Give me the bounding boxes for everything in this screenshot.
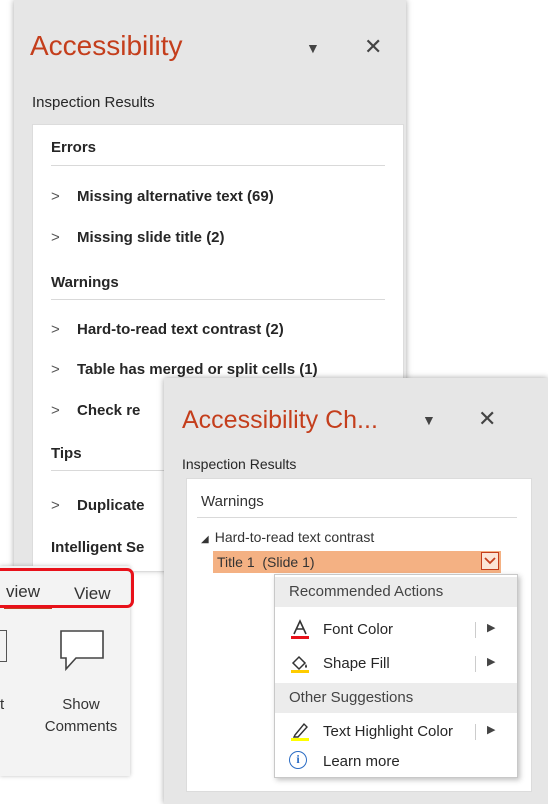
inspection-results-label: Inspection Results [32,94,155,111]
divider [197,517,517,518]
group-tips: Tips [51,445,82,462]
recommended-actions-menu: Recommended Actions Font Color ▶ Shape F… [274,574,518,778]
tree-item-contrast[interactable]: ◢ Hard-to-read text contrast [201,529,374,545]
list-item-missing-alt-text[interactable]: > Missing alternative text (69) [51,188,274,205]
group-intelligent-services: Intelligent Se [51,539,145,556]
comments-label: Comments [44,718,118,735]
list-item-missing-slide-title[interactable]: > Missing slide title (2) [51,229,225,246]
list-item-check-reading-order[interactable]: > Check re [51,402,140,419]
checker-title: Accessibility Ch... [182,406,378,434]
ribbon-fragment: view View t Show Comments [0,566,134,776]
menu-item-learn-more[interactable]: i Learn more [275,745,517,779]
divider [475,656,476,672]
chevron-right-icon[interactable]: ▶ [487,723,495,736]
menu-item-text-highlight[interactable]: Text Highlight Color ▶ [275,715,517,749]
partial-button-icon[interactable] [0,630,7,662]
chevron-right-icon[interactable]: ▶ [487,655,495,668]
selected-result-row[interactable]: Title 1 (Slide 1) [213,551,501,573]
pane-title: Accessibility [30,30,183,61]
chevron-right-icon: > [51,229,60,246]
group-warnings: Warnings [201,493,264,510]
menu-item-shape-fill[interactable]: Shape Fill ▶ [275,647,517,681]
font-color-icon [291,619,309,639]
divider [475,622,476,638]
divider [51,299,385,300]
partial-button-label: t [0,696,5,713]
highlight-box [0,568,134,608]
list-item-merged-cells[interactable]: > Table has merged or split cells (1) [51,361,318,378]
chevron-right-icon: > [51,321,60,338]
list-item-text-contrast[interactable]: > Hard-to-read text contrast (2) [51,321,284,338]
close-icon[interactable]: ✕ [478,408,496,430]
group-errors: Errors [51,139,97,156]
recommended-actions-header: Recommended Actions [275,577,517,607]
group-warnings: Warnings [51,274,119,291]
info-icon: i [289,751,307,769]
divider [51,165,385,166]
expanded-triangle-icon: ◢ [201,534,209,545]
show-label: Show [62,696,100,713]
shape-fill-icon [291,655,309,673]
inspection-results-label: Inspection Results [182,456,297,472]
chevron-right-icon: > [51,497,60,514]
chevron-right-icon: > [51,361,60,378]
pane-options-icon[interactable]: ▼ [422,412,436,428]
chevron-right-icon: > [51,402,60,419]
row-dropdown-button[interactable] [481,552,499,570]
close-icon[interactable]: ✕ [364,36,382,58]
list-item-duplicate[interactable]: > Duplicate [51,497,145,514]
pane-options-icon[interactable]: ▼ [306,40,320,56]
chevron-right-icon: > [51,188,60,205]
chevron-right-icon[interactable]: ▶ [487,621,495,634]
show-comments-button[interactable]: Show Comments [32,622,130,772]
comment-icon [60,630,104,672]
menu-item-font-color[interactable]: Font Color ▶ [275,613,517,647]
divider [475,724,476,740]
highlighter-icon [291,722,309,741]
chevron-down-icon [484,557,496,565]
other-suggestions-header: Other Suggestions [275,683,517,713]
